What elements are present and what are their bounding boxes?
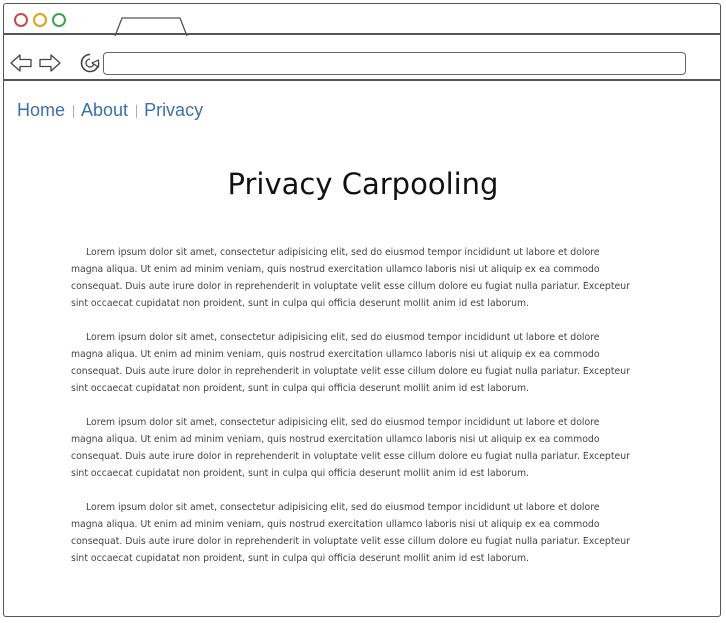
content-paragraph: Lorem ipsum dolor sit amet, consectetur … bbox=[71, 247, 630, 309]
titlebar-divider bbox=[4, 33, 720, 35]
minimize-dot-icon[interactable] bbox=[33, 13, 47, 27]
nav-divider bbox=[73, 104, 75, 118]
site-nav: Home About Privacy bbox=[17, 100, 203, 121]
address-bar-input[interactable] bbox=[103, 52, 686, 75]
content-paragraph: Lorem ipsum dolor sit amet, consectetur … bbox=[71, 417, 630, 479]
browser-window: Home About Privacy Privacy Carpooling Lore… bbox=[3, 3, 721, 617]
nav-link-privacy[interactable]: Privacy bbox=[144, 100, 203, 120]
close-dot-icon[interactable] bbox=[14, 13, 28, 27]
maximize-dot-icon[interactable] bbox=[52, 13, 66, 27]
arrow-right-icon[interactable] bbox=[38, 53, 62, 73]
content-paragraph: Lorem ipsum dolor sit amet, consectetur … bbox=[71, 502, 630, 564]
browser-toolbar bbox=[4, 37, 720, 81]
content-paragraph: Lorem ipsum dolor sit amet, consectetur … bbox=[71, 332, 630, 394]
nav-link-about[interactable]: About bbox=[81, 100, 128, 120]
reload-icon[interactable] bbox=[78, 51, 102, 75]
main-content: Lorem ipsum dolor sit amet, consectetur … bbox=[71, 244, 631, 584]
arrow-left-icon[interactable] bbox=[9, 53, 33, 73]
page-title: Privacy Carpooling bbox=[227, 167, 499, 201]
toolbar-divider bbox=[4, 79, 720, 81]
title-bar bbox=[4, 4, 720, 36]
nav-link-home[interactable]: Home bbox=[17, 100, 65, 120]
nav-divider bbox=[136, 104, 138, 118]
